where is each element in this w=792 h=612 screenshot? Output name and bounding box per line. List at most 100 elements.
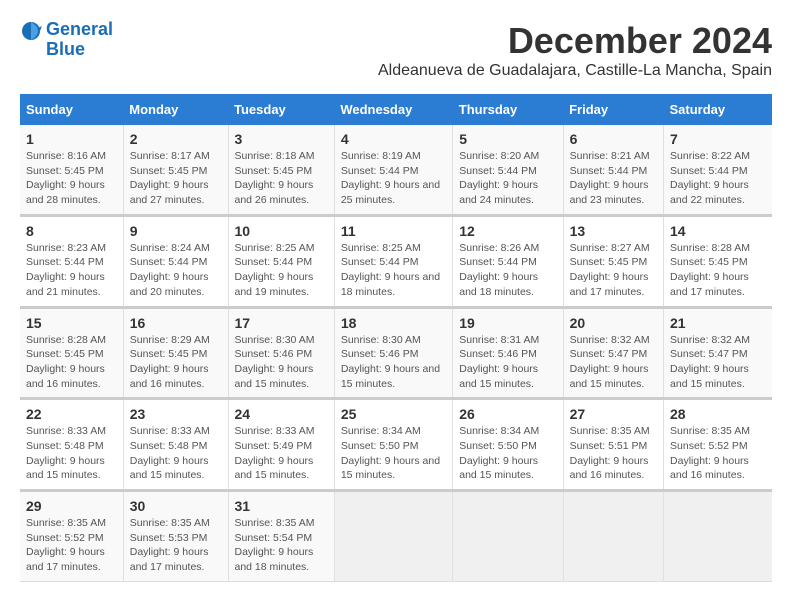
day-number: 11 xyxy=(341,223,446,239)
day-info: Sunrise: 8:31 AMSunset: 5:46 PMDaylight:… xyxy=(459,333,556,392)
day-info: Sunrise: 8:25 AMSunset: 5:44 PMDaylight:… xyxy=(341,241,446,300)
table-row: 24 Sunrise: 8:33 AMSunset: 5:49 PMDayligh… xyxy=(228,399,334,491)
day-info: Sunrise: 8:33 AMSunset: 5:49 PMDaylight:… xyxy=(235,424,328,483)
day-info: Sunrise: 8:23 AMSunset: 5:44 PMDaylight:… xyxy=(26,241,117,300)
day-number: 26 xyxy=(459,406,556,422)
table-row: 29 Sunrise: 8:35 AMSunset: 5:52 PMDayligh… xyxy=(20,491,123,582)
table-row xyxy=(563,491,663,582)
table-row: 4 Sunrise: 8:19 AMSunset: 5:44 PMDaylight… xyxy=(334,125,452,215)
table-row: 3 Sunrise: 8:18 AMSunset: 5:45 PMDaylight… xyxy=(228,125,334,215)
day-number: 5 xyxy=(459,131,556,147)
day-info: Sunrise: 8:29 AMSunset: 5:45 PMDaylight:… xyxy=(130,333,222,392)
day-info: Sunrise: 8:19 AMSunset: 5:44 PMDaylight:… xyxy=(341,149,446,208)
table-row: 21Sunrise: 8:32 AMSunset: 5:47 PMDayligh… xyxy=(664,307,772,399)
day-info: Sunrise: 8:33 AMSunset: 5:48 PMDaylight:… xyxy=(130,424,222,483)
calendar-week-row: 15 Sunrise: 8:28 AMSunset: 5:45 PMDayligh… xyxy=(20,307,772,399)
day-info: Sunrise: 8:35 AMSunset: 5:51 PMDaylight:… xyxy=(570,424,657,483)
location-title: Aldeanueva de Guadalajara, Castille-La M… xyxy=(378,62,772,80)
logo-blue: Blue xyxy=(46,39,85,59)
day-info: Sunrise: 8:28 AMSunset: 5:45 PMDaylight:… xyxy=(26,333,117,392)
calendar-header-row: Sunday Monday Tuesday Wednesday Thursday… xyxy=(20,94,772,125)
day-number: 30 xyxy=(130,498,222,514)
day-number: 22 xyxy=(26,406,117,422)
day-number: 20 xyxy=(570,315,657,331)
day-number: 18 xyxy=(341,315,446,331)
day-info: Sunrise: 8:17 AMSunset: 5:45 PMDaylight:… xyxy=(130,149,222,208)
table-row: 14 Sunrise: 8:28 AMSunset: 5:45 PMDayligh… xyxy=(664,215,772,307)
month-title: December 2024 xyxy=(378,20,772,62)
logo-general: General xyxy=(46,19,113,39)
day-info: Sunrise: 8:30 AMSunset: 5:46 PMDaylight:… xyxy=(341,333,446,392)
day-info: Sunrise: 8:34 AMSunset: 5:50 PMDaylight:… xyxy=(459,424,556,483)
table-row: 15 Sunrise: 8:28 AMSunset: 5:45 PMDayligh… xyxy=(20,307,123,399)
day-info: Sunrise: 8:28 AMSunset: 5:45 PMDaylight:… xyxy=(670,241,766,300)
logo-icon xyxy=(20,20,42,42)
day-info: Sunrise: 8:32 AMSunset: 5:47 PMDaylight:… xyxy=(670,333,766,392)
table-row: 13 Sunrise: 8:27 AMSunset: 5:45 PMDayligh… xyxy=(563,215,663,307)
day-number: 17 xyxy=(235,315,328,331)
header-tuesday: Tuesday xyxy=(228,94,334,125)
day-number: 31 xyxy=(235,498,328,514)
day-number: 24 xyxy=(235,406,328,422)
day-number: 29 xyxy=(26,498,117,514)
table-row: 12Sunrise: 8:26 AMSunset: 5:44 PMDayligh… xyxy=(453,215,563,307)
day-info: Sunrise: 8:32 AMSunset: 5:47 PMDaylight:… xyxy=(570,333,657,392)
table-row: 27 Sunrise: 8:35 AMSunset: 5:51 PMDayligh… xyxy=(563,399,663,491)
day-number: 13 xyxy=(570,223,657,239)
day-number: 4 xyxy=(341,131,446,147)
calendar-week-row: 22 Sunrise: 8:33 AMSunset: 5:48 PMDayligh… xyxy=(20,399,772,491)
day-number: 14 xyxy=(670,223,766,239)
day-number: 6 xyxy=(570,131,657,147)
day-number: 19 xyxy=(459,315,556,331)
table-row xyxy=(334,491,452,582)
header-saturday: Saturday xyxy=(664,94,772,125)
table-row: 11 Sunrise: 8:25 AMSunset: 5:44 PMDayligh… xyxy=(334,215,452,307)
day-number: 2 xyxy=(130,131,222,147)
day-number: 1 xyxy=(26,131,117,147)
table-row: 20 Sunrise: 8:32 AMSunset: 5:47 PMDayligh… xyxy=(563,307,663,399)
table-row: 2 Sunrise: 8:17 AMSunset: 5:45 PMDaylight… xyxy=(123,125,228,215)
day-number: 3 xyxy=(235,131,328,147)
header-friday: Friday xyxy=(563,94,663,125)
table-row xyxy=(664,491,772,582)
day-number: 16 xyxy=(130,315,222,331)
day-info: Sunrise: 8:33 AMSunset: 5:48 PMDaylight:… xyxy=(26,424,117,483)
table-row: 23 Sunrise: 8:33 AMSunset: 5:48 PMDayligh… xyxy=(123,399,228,491)
table-row: 28Sunrise: 8:35 AMSunset: 5:52 PMDayligh… xyxy=(664,399,772,491)
table-row: 22 Sunrise: 8:33 AMSunset: 5:48 PMDayligh… xyxy=(20,399,123,491)
day-info: Sunrise: 8:35 AMSunset: 5:52 PMDaylight:… xyxy=(26,516,117,575)
day-number: 25 xyxy=(341,406,446,422)
header-thursday: Thursday xyxy=(453,94,563,125)
table-row: 31Sunrise: 8:35 AMSunset: 5:54 PMDayligh… xyxy=(228,491,334,582)
day-number: 7 xyxy=(670,131,766,147)
day-number: 10 xyxy=(235,223,328,239)
day-info: Sunrise: 8:21 AMSunset: 5:44 PMDaylight:… xyxy=(570,149,657,208)
table-row: 17 Sunrise: 8:30 AMSunset: 5:46 PMDayligh… xyxy=(228,307,334,399)
table-row: 25 Sunrise: 8:34 AMSunset: 5:50 PMDayligh… xyxy=(334,399,452,491)
header-sunday: Sunday xyxy=(20,94,123,125)
table-row: 10Sunrise: 8:25 AMSunset: 5:44 PMDayligh… xyxy=(228,215,334,307)
day-number: 23 xyxy=(130,406,222,422)
day-number: 9 xyxy=(130,223,222,239)
day-number: 27 xyxy=(570,406,657,422)
calendar-week-row: 1 Sunrise: 8:16 AMSunset: 5:45 PMDaylight… xyxy=(20,125,772,215)
day-info: Sunrise: 8:18 AMSunset: 5:45 PMDaylight:… xyxy=(235,149,328,208)
table-row: 30 Sunrise: 8:35 AMSunset: 5:53 PMDayligh… xyxy=(123,491,228,582)
table-row: 16 Sunrise: 8:29 AMSunset: 5:45 PMDayligh… xyxy=(123,307,228,399)
table-row: 26 Sunrise: 8:34 AMSunset: 5:50 PMDayligh… xyxy=(453,399,563,491)
day-info: Sunrise: 8:34 AMSunset: 5:50 PMDaylight:… xyxy=(341,424,446,483)
header-monday: Monday xyxy=(123,94,228,125)
day-info: Sunrise: 8:27 AMSunset: 5:45 PMDaylight:… xyxy=(570,241,657,300)
day-number: 28 xyxy=(670,406,766,422)
table-row: 8 Sunrise: 8:23 AMSunset: 5:44 PMDaylight… xyxy=(20,215,123,307)
day-info: Sunrise: 8:26 AMSunset: 5:44 PMDaylight:… xyxy=(459,241,556,300)
day-number: 15 xyxy=(26,315,117,331)
day-info: Sunrise: 8:20 AMSunset: 5:44 PMDaylight:… xyxy=(459,149,556,208)
day-info: Sunrise: 8:16 AMSunset: 5:45 PMDaylight:… xyxy=(26,149,117,208)
table-row: 1 Sunrise: 8:16 AMSunset: 5:45 PMDaylight… xyxy=(20,125,123,215)
day-info: Sunrise: 8:22 AMSunset: 5:44 PMDaylight:… xyxy=(670,149,766,208)
day-info: Sunrise: 8:35 AMSunset: 5:53 PMDaylight:… xyxy=(130,516,222,575)
calendar-week-row: 29 Sunrise: 8:35 AMSunset: 5:52 PMDayligh… xyxy=(20,491,772,582)
day-info: Sunrise: 8:30 AMSunset: 5:46 PMDaylight:… xyxy=(235,333,328,392)
day-number: 8 xyxy=(26,223,117,239)
